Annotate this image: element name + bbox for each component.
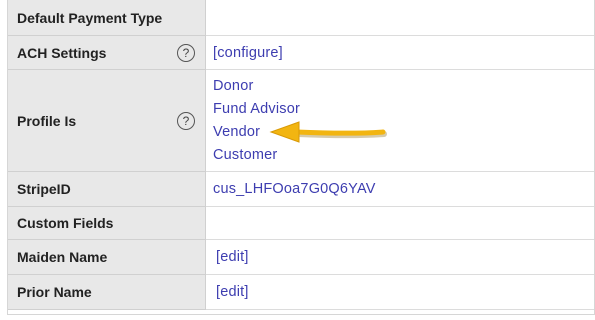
label-text: ACH Settings [17, 44, 107, 61]
row-label-prior-name: Prior Name [8, 275, 206, 310]
prior-name-edit-link[interactable]: [edit] [216, 284, 249, 300]
row-label-stripeid: StripeID [8, 172, 206, 207]
stripe-id-link[interactable]: cus_LHFOoa7G0Q6YAV [213, 181, 376, 197]
profile-option-fund-advisor[interactable]: Fund Advisor [213, 98, 300, 121]
ach-settings-value: [configure] [206, 36, 594, 70]
row-label-custom-fields: Custom Fields [8, 207, 206, 240]
details-table: Default Payment Type ACH Settings ? [con… [7, 0, 595, 315]
arrow-left-icon [269, 121, 387, 143]
help-circle-icon[interactable]: ? [177, 43, 195, 62]
record-details-panel: Default Payment Type ACH Settings ? [con… [0, 0, 595, 320]
maiden-name-value: [edit] [206, 240, 594, 275]
configure-link[interactable]: [configure] [213, 45, 283, 61]
label-text: Prior Name [17, 284, 92, 300]
label-text: StripeID [17, 181, 71, 197]
help-circle-icon[interactable]: ? [177, 111, 195, 130]
profile-option-donor[interactable]: Donor [213, 75, 300, 98]
default-payment-type-value [206, 0, 594, 36]
label-text: Profile Is [17, 112, 77, 129]
row-label-maiden-name: Maiden Name [8, 240, 206, 275]
custom-fields-value [206, 207, 594, 240]
label-text: Default Payment Type [17, 9, 163, 26]
row-label-default-payment-type: Default Payment Type [8, 0, 206, 36]
maiden-name-edit-link[interactable]: [edit] [216, 249, 249, 265]
label-text: Custom Fields [17, 215, 114, 231]
stripeid-value: cus_LHFOoa7G0Q6YAV [206, 172, 594, 207]
prior-name-value: [edit] [206, 275, 594, 310]
row-label-ach-settings: ACH Settings ? [8, 36, 206, 70]
label-text: Maiden Name [17, 249, 108, 265]
row-label-profile-is: Profile Is ? [8, 70, 206, 172]
